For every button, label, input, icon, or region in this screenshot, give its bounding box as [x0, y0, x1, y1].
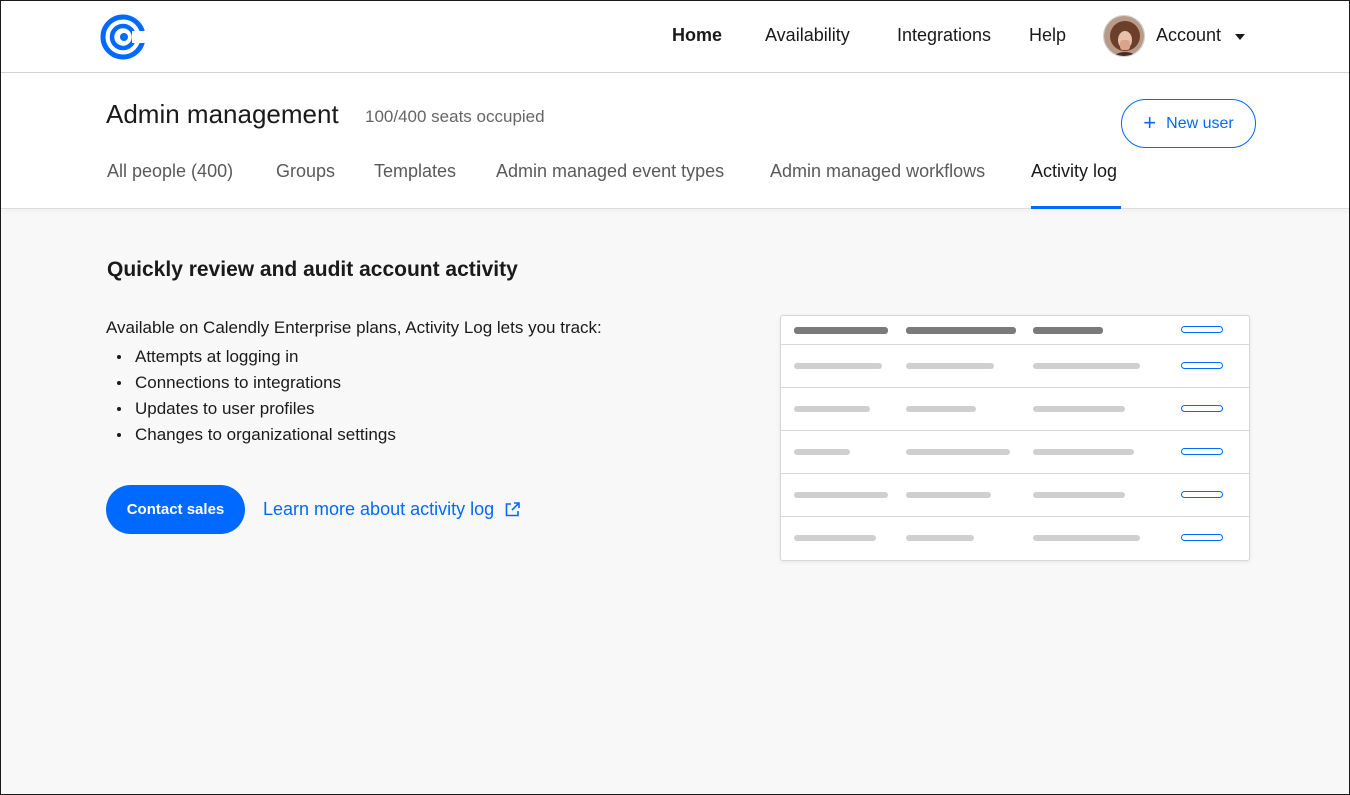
calendly-logo-icon[interactable]: [99, 14, 147, 60]
page-header: Admin management 100/400 seats occupied …: [1, 73, 1349, 209]
chevron-down-icon[interactable]: [1235, 34, 1245, 40]
app-frame: Home Availability Integrations Help Acco…: [0, 0, 1350, 795]
page-title: Admin management: [106, 99, 339, 129]
illustration-row: [781, 345, 1249, 388]
nav-help[interactable]: Help: [1029, 25, 1066, 46]
list-item: Attempts at logging in: [117, 344, 396, 370]
feature-list: Attempts at logging in Connections to in…: [117, 344, 396, 448]
nav-home[interactable]: Home: [672, 25, 722, 46]
active-tab-indicator: [1031, 206, 1121, 209]
tab-admin-workflows[interactable]: Admin managed workflows: [770, 161, 985, 182]
list-item: Changes to organizational settings: [117, 422, 396, 448]
nav-integrations[interactable]: Integrations: [897, 25, 991, 46]
learn-more-link[interactable]: Learn more about activity log: [263, 499, 521, 520]
list-item: Updates to user profiles: [117, 396, 396, 422]
tab-templates[interactable]: Templates: [374, 161, 456, 182]
seats-count: 100/400 seats occupied: [365, 107, 545, 126]
list-item: Connections to integrations: [117, 370, 396, 396]
tab-all-people[interactable]: All people (400): [107, 161, 233, 182]
contact-sales-button[interactable]: Contact sales: [106, 485, 245, 534]
new-user-label: New user: [1166, 114, 1234, 132]
nav-availability[interactable]: Availability: [765, 25, 850, 46]
account-menu[interactable]: Account: [1156, 25, 1221, 46]
plus-icon: +: [1143, 109, 1157, 135]
new-user-button[interactable]: + New user: [1121, 99, 1256, 148]
section-title: Quickly review and audit account activit…: [107, 258, 518, 281]
top-nav: Home Availability Integrations Help Acco…: [1, 1, 1349, 73]
activity-log-illustration: [780, 315, 1250, 561]
illustration-row: [781, 517, 1249, 560]
illustration-row: [781, 474, 1249, 517]
tab-groups[interactable]: Groups: [276, 161, 335, 182]
intro-text: Available on Calendly Enterprise plans, …: [106, 318, 602, 337]
external-link-icon: [505, 502, 520, 517]
illustration-row: [781, 431, 1249, 474]
illustration-row: [781, 388, 1249, 431]
illustration-header-row: [781, 316, 1249, 345]
avatar[interactable]: [1103, 15, 1145, 57]
tab-admin-event-types[interactable]: Admin managed event types: [496, 161, 724, 182]
learn-more-label: Learn more about activity log: [263, 499, 495, 519]
tab-activity-log[interactable]: Activity log: [1031, 161, 1117, 182]
